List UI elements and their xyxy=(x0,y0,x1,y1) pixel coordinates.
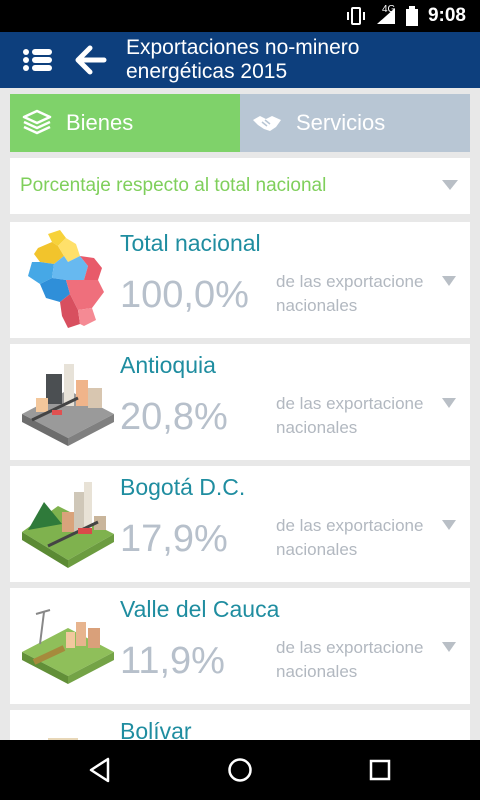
app-bar: Exportaciones no-minero energéticas 2015 xyxy=(0,32,480,88)
vibrate-icon xyxy=(346,7,365,25)
region-card-bolivar[interactable]: Bolívar xyxy=(10,710,470,740)
region-name: Bolívar xyxy=(120,718,192,740)
nav-back-icon xyxy=(89,757,110,783)
colombia-map-icon xyxy=(28,230,104,328)
region-percent: 100,0% xyxy=(120,274,249,316)
city-illustration xyxy=(48,738,78,740)
tab-bienes-label: Bienes xyxy=(66,110,134,135)
dropdown-arrow-icon xyxy=(442,180,458,190)
region-percent: 17,9% xyxy=(120,518,228,560)
battery-icon xyxy=(405,6,418,26)
description-line-1: de las exportacione xyxy=(276,516,424,535)
region-card-antioquia[interactable]: Antioquia 20,8% de las exportacione naci… xyxy=(10,344,470,460)
region-description: de las exportacione nacionales xyxy=(276,636,444,684)
nav-home-button[interactable] xyxy=(220,754,260,786)
metric-dropdown-label: Porcentaje respecto al total nacional xyxy=(20,175,327,196)
city-illustration xyxy=(22,609,114,684)
page-title: Exportaciones no-minero energéticas 2015 xyxy=(126,36,360,83)
description-line-2: nacionales xyxy=(276,540,358,559)
region-name: Total nacional xyxy=(120,230,261,256)
tab-servicios[interactable]: Servicios xyxy=(240,94,470,152)
back-button[interactable] xyxy=(74,44,108,76)
nav-recents-button[interactable] xyxy=(360,754,400,786)
menu-button[interactable] xyxy=(20,44,56,76)
region-description: de las exportacione nacionales xyxy=(276,514,444,562)
region-name: Antioquia xyxy=(120,352,216,378)
region-card-valle-del-cauca[interactable]: Valle del Cauca 11,9% de las exportacion… xyxy=(10,588,470,704)
region-card-total-nacional[interactable]: Total nacional 100,0% de las exportacion… xyxy=(10,222,470,338)
clock: 9:08 xyxy=(427,5,466,26)
tab-bienes[interactable]: Bienes xyxy=(10,94,240,152)
region-percent: 11,9% xyxy=(120,640,225,682)
expand-arrow-icon[interactable] xyxy=(442,520,456,530)
handshake-icon xyxy=(252,108,282,138)
region-name: Bogotá D.C. xyxy=(120,474,246,500)
description-line-2: nacionales xyxy=(276,296,358,315)
region-percent: 20,8% xyxy=(120,396,228,438)
boxes-icon xyxy=(22,108,52,138)
region-description: de las exportacione nacionales xyxy=(276,392,444,440)
expand-arrow-icon[interactable] xyxy=(442,276,456,286)
category-tabs: Bienes Servicios xyxy=(10,94,470,152)
description-line-1: de las exportacione xyxy=(276,394,424,413)
city-illustration xyxy=(22,482,114,568)
expand-arrow-icon[interactable] xyxy=(442,398,456,408)
system-nav-bar xyxy=(0,740,480,800)
nav-home-icon xyxy=(228,758,252,782)
region-name: Valle del Cauca xyxy=(120,596,280,622)
metric-dropdown[interactable]: Porcentaje respecto al total nacional xyxy=(10,158,470,214)
nav-back-button[interactable] xyxy=(80,754,120,786)
region-card-bogota[interactable]: Bogotá D.C. 17,9% de las exportacione na… xyxy=(10,466,470,582)
description-line-2: nacionales xyxy=(276,662,358,681)
status-bar: 4G 9:08 xyxy=(0,0,480,32)
tab-servicios-label: Servicios xyxy=(296,110,386,135)
description-line-1: de las exportacione xyxy=(276,638,424,657)
back-arrow-icon xyxy=(75,45,107,75)
city-illustration xyxy=(22,364,114,446)
signal-icon xyxy=(376,8,395,24)
description-line-2: nacionales xyxy=(276,418,358,437)
region-description: de las exportacione nacionales xyxy=(276,270,444,318)
nav-recents-icon xyxy=(369,759,391,781)
list-menu-icon xyxy=(23,49,52,71)
description-line-1: de las exportacione xyxy=(276,272,424,291)
expand-arrow-icon[interactable] xyxy=(442,642,456,652)
